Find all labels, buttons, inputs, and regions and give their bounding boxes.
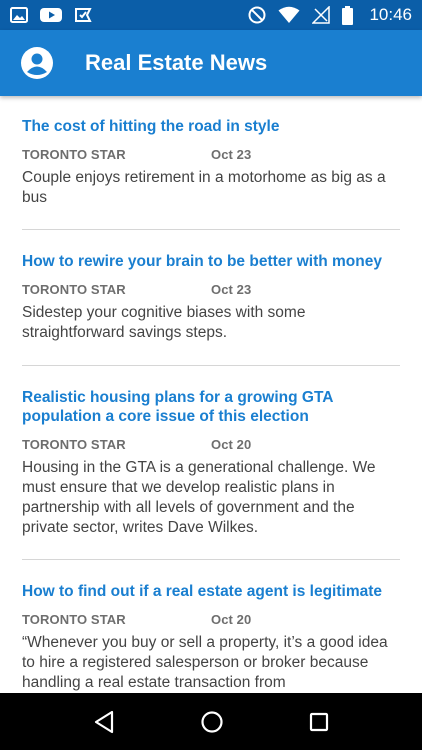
status-bar: 10:46 bbox=[0, 0, 422, 30]
article-summary: “Whenever you buy or sell a property, it… bbox=[22, 634, 388, 691]
app-bar: Real Estate News bbox=[0, 30, 422, 96]
app-title: Real Estate News bbox=[85, 50, 268, 75]
article-source: TORONTO STAR bbox=[22, 147, 126, 162]
article-summary: Sidestep your cognitive biases with some… bbox=[22, 304, 306, 341]
article-source: TORONTO STAR bbox=[22, 282, 126, 297]
article-date: Oct 23 bbox=[211, 147, 252, 162]
article-summary: Housing in the GTA is a generational cha… bbox=[22, 459, 376, 536]
recents-icon[interactable] bbox=[309, 712, 329, 732]
signal-icon bbox=[312, 6, 331, 24]
article-title[interactable]: Realistic housing plans for a growing GT… bbox=[22, 388, 400, 426]
article-source: TORONTO STAR bbox=[22, 612, 126, 627]
youtube-icon bbox=[40, 8, 62, 22]
article-title[interactable]: How to find out if a real estate agent i… bbox=[22, 582, 400, 601]
news-feed[interactable]: The cost of hitting the road in style TO… bbox=[0, 96, 422, 693]
notification-icons bbox=[10, 6, 92, 24]
article-meta: TORONTO STAR Oct 20 bbox=[22, 612, 400, 627]
navigation-bar bbox=[0, 693, 422, 750]
article-date: Oct 23 bbox=[211, 282, 252, 297]
back-icon[interactable] bbox=[93, 710, 115, 734]
article-title[interactable]: How to rewire your brain to be better wi… bbox=[22, 252, 400, 271]
account-icon[interactable] bbox=[20, 46, 54, 80]
article-meta: TORONTO STAR Oct 23 bbox=[22, 282, 400, 297]
article-title[interactable]: The cost of hitting the road in style bbox=[22, 117, 400, 136]
home-icon[interactable] bbox=[200, 710, 224, 734]
article-item[interactable]: The cost of hitting the road in style TO… bbox=[22, 96, 400, 230]
system-icons: 10:46 bbox=[248, 5, 412, 25]
do-not-disturb-icon bbox=[248, 6, 266, 24]
article-item[interactable]: How to find out if a real estate agent i… bbox=[22, 560, 400, 693]
article-date: Oct 20 bbox=[211, 437, 252, 452]
article-summary: Couple enjoys retirement in a motorhome … bbox=[22, 169, 386, 206]
store-icon bbox=[75, 8, 92, 22]
article-meta: TORONTO STAR Oct 20 bbox=[22, 437, 400, 452]
article-meta: TORONTO STAR Oct 23 bbox=[22, 147, 400, 162]
article-date: Oct 20 bbox=[211, 612, 252, 627]
status-time: 10:46 bbox=[369, 5, 412, 24]
article-item[interactable]: How to rewire your brain to be better wi… bbox=[22, 230, 400, 366]
image-icon bbox=[10, 7, 28, 23]
article-item[interactable]: Realistic housing plans for a growing GT… bbox=[22, 366, 400, 560]
battery-icon bbox=[342, 5, 354, 25]
wifi-icon bbox=[278, 6, 300, 23]
article-source: TORONTO STAR bbox=[22, 437, 126, 452]
